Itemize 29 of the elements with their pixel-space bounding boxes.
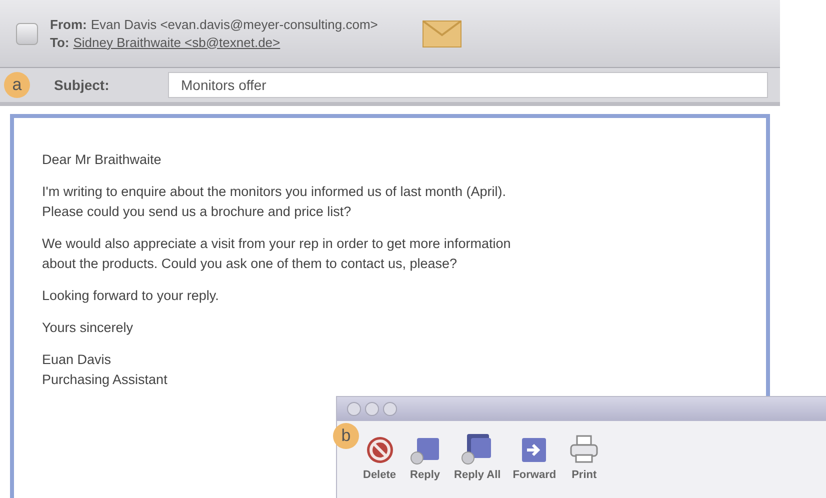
body-text-line: Euan Davis bbox=[42, 351, 112, 369]
window-control-button[interactable] bbox=[383, 402, 397, 416]
body-text-line: I'm writing to enquire about the monitors you informed us of last month (April). bbox=[42, 183, 508, 201]
toolbar-button[interactable]: Delete bbox=[363, 425, 396, 484]
body-text-line: Yours sincerely bbox=[42, 319, 134, 337]
toolbar-button[interactable]: Reply All bbox=[454, 423, 501, 484]
body-text-line: Looking forward to your reply. bbox=[42, 287, 220, 305]
body-text-line: about the products. Could you ask one of them to contact us, please? bbox=[42, 255, 458, 273]
from-label: From: bbox=[50, 16, 87, 34]
body-text-line: Please could you send us a brochure and price list? bbox=[42, 203, 352, 221]
toolbar-button[interactable]: Reply bbox=[408, 425, 442, 484]
printer-icon bbox=[568, 433, 600, 465]
toolbar-button[interactable]: Forward bbox=[512, 425, 556, 484]
window-control-button[interactable] bbox=[347, 402, 361, 416]
callout-marker: a bbox=[4, 72, 30, 98]
window-control-button[interactable] bbox=[365, 402, 379, 416]
subject-field[interactable]: Monitors offer bbox=[168, 72, 768, 98]
envelope-icon bbox=[422, 20, 462, 48]
body-text-line: Dear Mr Braithwaite bbox=[42, 151, 162, 169]
square-icon bbox=[16, 22, 38, 44]
toolbar-button[interactable]: Print bbox=[568, 423, 600, 484]
to-label: To: bbox=[50, 34, 70, 52]
no-entry-icon bbox=[364, 435, 395, 465]
body-text-line: Purchasing Assistant bbox=[42, 371, 168, 389]
callout-marker: b bbox=[333, 423, 359, 449]
subject-label: Subject: bbox=[54, 76, 110, 95]
sender-address: Evan Davis <evan.davis@meyer-consulting.com> bbox=[90, 16, 378, 34]
recipient-address: Sidney Braithwaite <sb@texnet.de> bbox=[73, 34, 280, 52]
body-text-line: We would also appreciate a visit from your rep in order to get more information bbox=[42, 235, 512, 253]
